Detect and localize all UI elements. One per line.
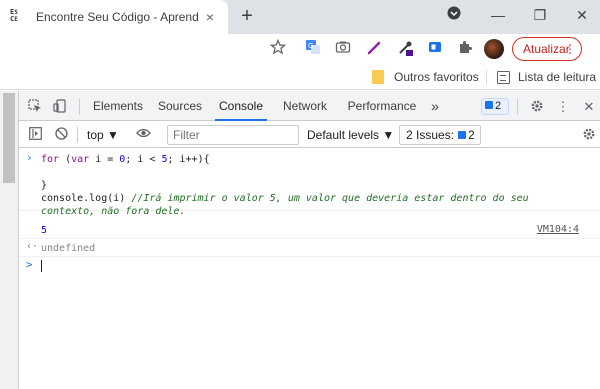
restore-button[interactable]: ❐	[526, 4, 554, 26]
issue-flag-icon	[485, 101, 493, 109]
code-comment: //Irá imprimir o valor 5, um valor que d…	[131, 193, 529, 204]
console-filter-input[interactable]	[167, 125, 299, 145]
pen-icon[interactable]	[365, 39, 385, 59]
tab-close-icon[interactable]: ×	[202, 9, 218, 25]
console-log-entry: 5 VM104:4	[19, 221, 600, 239]
tab-console[interactable]: Console	[215, 91, 267, 121]
context-value: top	[87, 128, 104, 142]
toolbar-divider	[517, 99, 518, 115]
console-return-entry: ‹· undefined	[19, 239, 600, 257]
input-prompt-icon: ›	[26, 151, 33, 164]
console-output[interactable]: › for (var i = 0; i < 5; i++){ } console…	[19, 149, 600, 389]
eyedropper-icon[interactable]	[396, 39, 416, 59]
return-arrow-icon: ‹·	[26, 241, 39, 252]
device-toolbar-icon[interactable]	[52, 99, 68, 115]
tab-title: Encontre Seu Código - Aprenda	[36, 10, 198, 24]
tab-performance[interactable]: Performance	[347, 91, 417, 121]
issues-count: 2	[468, 128, 475, 142]
tab-elements[interactable]: Elements	[91, 91, 145, 121]
other-bookmarks-folder[interactable]: Outros favoritos	[372, 69, 479, 85]
log-output-value: 5	[41, 225, 48, 236]
close-devtools-icon[interactable]: ✕	[581, 99, 597, 115]
settings-gear-icon[interactable]	[529, 99, 545, 115]
show-sidebar-icon[interactable]	[27, 127, 43, 143]
site-favicon-icon: ES CE	[10, 8, 18, 24]
code-line-1: for (var i = 0; i < 5; i++){	[41, 154, 210, 165]
issues-button[interactable]: 2 Issues: 2	[399, 125, 481, 145]
other-bookmarks-label: Outros favoritos	[394, 70, 479, 84]
translate-icon[interactable]: G	[303, 39, 323, 59]
browser-tab[interactable]: ES CE Encontre Seu Código - Aprenda ×	[0, 0, 228, 34]
log-levels-dropdown[interactable]: Default levels ▼	[307, 126, 394, 144]
console-prompt-icon: >	[26, 258, 33, 271]
clear-console-icon[interactable]	[53, 127, 69, 143]
inspect-element-icon[interactable]	[27, 99, 43, 115]
reading-list-icon	[497, 70, 510, 84]
code-comment-continued: contexto, não fora dele.	[41, 206, 186, 217]
issue-flag-icon	[458, 131, 467, 139]
tab-sources[interactable]: Sources	[157, 91, 203, 121]
reading-list-label: Lista de leitura	[518, 70, 597, 84]
extension-card-icon[interactable]	[425, 39, 445, 59]
reading-list-button[interactable]: Lista de leitura	[497, 69, 596, 85]
console-prompt-row[interactable]: >	[19, 257, 600, 275]
text-cursor	[41, 260, 42, 272]
code-line-2: }	[41, 180, 48, 191]
toolbar-divider	[77, 127, 78, 143]
more-tabs-button[interactable]: »	[427, 91, 443, 121]
bookmarks-bar: Outros favoritos Lista de leitura	[0, 64, 600, 90]
toolbar-divider	[79, 99, 80, 115]
page-scrollbar[interactable]	[0, 91, 18, 389]
console-settings-gear-icon[interactable]	[581, 127, 597, 143]
svg-text:G: G	[308, 42, 313, 50]
devtools-menu-icon[interactable]: ⋮	[555, 99, 571, 115]
issues-counter-button[interactable]: 2	[481, 98, 509, 115]
new-tab-button[interactable]: +	[236, 5, 258, 27]
folder-icon	[372, 70, 384, 84]
browser-toolbar: G Atualizar ⋮	[0, 34, 600, 64]
issues-label: 2 Issues:	[406, 128, 455, 142]
update-label: Atualizar	[523, 42, 570, 56]
more-menu-icon: ⋮	[564, 42, 576, 56]
issue-count: 2	[495, 100, 502, 112]
tab-strip: ES CE Encontre Seu Código - Aprenda × + —…	[0, 0, 600, 34]
close-window-button[interactable]: ✕	[568, 4, 596, 26]
profile-menu-icon[interactable]	[440, 4, 468, 26]
bookmarks-divider	[486, 70, 487, 84]
update-button[interactable]: Atualizar ⋮	[512, 37, 582, 61]
camera-icon[interactable]	[333, 39, 353, 59]
minimize-button[interactable]: —	[484, 4, 512, 26]
code-line-3: console.log(i) //Irá imprimir o valor 5,…	[41, 192, 529, 205]
return-value: undefined	[41, 243, 96, 254]
page-scrollbar-thumb[interactable]	[3, 93, 15, 183]
puzzle-icon[interactable]	[455, 39, 475, 59]
live-expression-eye-icon[interactable]	[135, 127, 151, 143]
tab-network[interactable]: Network	[281, 91, 329, 121]
console-input-entry: › for (var i = 0; i < 5; i++){ } console…	[19, 149, 600, 217]
context-selector[interactable]: top ▼	[87, 126, 119, 144]
devtools-tab-bar: Elements Sources Console Network Perform…	[19, 91, 600, 121]
devtools-panel: Elements Sources Console Network Perform…	[18, 91, 600, 389]
console-filter-bar: top ▼ Default levels ▼ 2 Issues: 2	[19, 122, 600, 148]
star-icon[interactable]	[268, 38, 288, 59]
avatar[interactable]	[484, 39, 504, 59]
source-link[interactable]: VM104:4	[537, 224, 579, 235]
code-statement: console.log(i)	[41, 193, 132, 204]
